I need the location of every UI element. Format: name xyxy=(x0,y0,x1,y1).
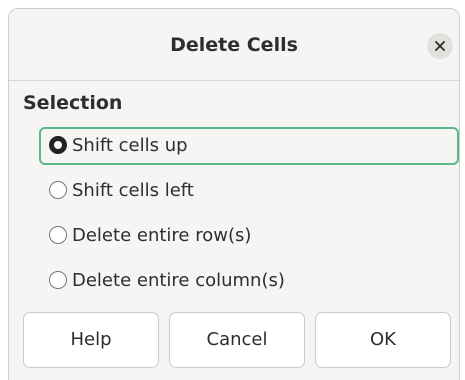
screen: Delete Cells Selection Shift cells up Sh… xyxy=(0,0,465,380)
close-icon xyxy=(435,41,445,51)
option-label: Shift cells up xyxy=(72,135,188,156)
option-label: Delete entire row(s) xyxy=(72,225,252,246)
option-label: Shift cells left xyxy=(72,180,194,201)
help-button[interactable]: Help xyxy=(23,312,159,368)
radio-button[interactable] xyxy=(49,181,67,199)
radio-button[interactable] xyxy=(49,271,67,289)
selection-heading: Selection xyxy=(23,92,123,114)
close-button[interactable] xyxy=(427,33,453,59)
dialog-title: Delete Cells xyxy=(170,34,298,56)
radio-delete-entire-columns[interactable]: Delete entire column(s) xyxy=(39,262,459,300)
radio-shift-cells-up[interactable]: Shift cells up xyxy=(39,127,459,165)
radio-shift-cells-left[interactable]: Shift cells left xyxy=(39,172,459,210)
cancel-button[interactable]: Cancel xyxy=(169,312,305,368)
ok-button[interactable]: OK xyxy=(315,312,451,368)
delete-cells-dialog: Delete Cells Selection Shift cells up Sh… xyxy=(8,8,460,380)
dialog-titlebar: Delete Cells xyxy=(9,9,459,81)
radio-button-checked[interactable] xyxy=(49,136,67,154)
option-label: Delete entire column(s) xyxy=(72,270,285,291)
radio-delete-entire-rows[interactable]: Delete entire row(s) xyxy=(39,217,459,255)
radio-button[interactable] xyxy=(49,226,67,244)
